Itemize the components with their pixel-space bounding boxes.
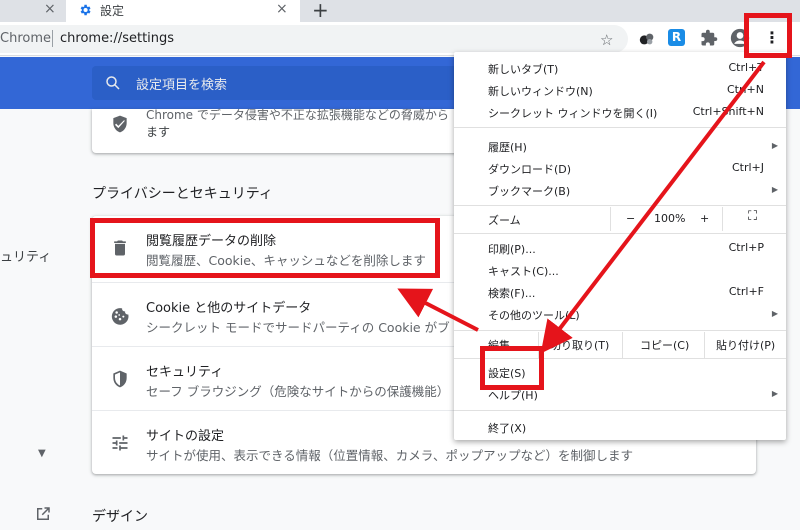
menu-shortcut: Ctrl+N <box>726 83 764 96</box>
row-subtitle: セーフ ブラウジング（危険なサイトからの保護機能） <box>146 384 450 399</box>
row-title: サイトの設定 <box>146 429 225 444</box>
menu-item-exit[interactable]: 終了(X) <box>488 420 526 436</box>
menu-divider <box>454 410 786 411</box>
menu-item-new-window[interactable]: 新しいウィンドウ(N) <box>488 83 593 99</box>
omnibox-url[interactable]: chrome://settings <box>60 31 174 46</box>
privacy-section-title: プライバシーとセキュリティ <box>92 186 273 202</box>
puzzle-icon[interactable] <box>700 29 718 47</box>
row-subtitle: シークレット モードでサードパーティの Cookie がブ <box>146 320 450 335</box>
submenu-arrow-icon: ▶ <box>771 141 778 150</box>
bookmark-star-icon[interactable]: ☆ <box>600 31 613 49</box>
tab-close-icon[interactable]: × <box>276 1 288 17</box>
menu-item-find[interactable]: 検索(F)... <box>488 285 535 301</box>
menu-divider <box>454 233 786 234</box>
menu-divider <box>454 205 786 206</box>
zoom-out-button[interactable]: − <box>626 212 635 225</box>
menu-divider <box>454 330 786 331</box>
safety-card-text-1: Chrome でデータ侵害や不正な拡張機能などの脅威から <box>146 108 449 122</box>
zoom-in-button[interactable]: + <box>700 212 709 225</box>
menu-shortcut: Ctrl+F <box>728 285 764 298</box>
fullscreen-icon[interactable]: ⛶ <box>748 209 757 224</box>
omnibox[interactable]: Chrome chrome://settings ☆ <box>0 25 628 53</box>
design-section-title: デザイン <box>92 509 148 525</box>
sidebar-item-security[interactable]: ュリティ <box>0 246 51 265</box>
menu-shortcut: Ctrl+Shift+N <box>692 105 764 118</box>
menu-item-downloads[interactable]: ダウンロード(D) <box>488 161 571 177</box>
extension-r-icon[interactable]: R <box>668 29 685 46</box>
highlight-menu-button <box>744 13 792 58</box>
row-title: セキュリティ <box>146 365 224 380</box>
paste-button[interactable]: 貼り付け(P) <box>716 337 775 353</box>
menu-shortcut: Ctrl+P <box>728 241 764 254</box>
menu-shortcut: Ctrl+J <box>731 161 764 174</box>
tab-close-icon[interactable]: × <box>44 1 56 17</box>
tune-icon <box>112 435 128 451</box>
menu-item-cast[interactable]: キャスト(C)... <box>488 263 559 279</box>
zoom-level: 100% <box>654 212 686 225</box>
search-placeholder: 設定項目を検索 <box>136 78 228 93</box>
security-shield-icon <box>113 370 127 388</box>
row-title: Cookie と他のサイトデータ <box>146 301 312 316</box>
menu-item-new-tab[interactable]: 新しいタブ(T) <box>488 61 558 77</box>
tab-strip: × 設定 × + <box>0 0 800 22</box>
chevron-down-icon[interactable]: ▼ <box>38 448 46 459</box>
menu-item-zoom: ズーム <box>488 214 521 227</box>
submenu-arrow-icon: ▶ <box>771 389 778 398</box>
menu-item-incognito[interactable]: シークレット ウィンドウを開く(I) <box>488 105 657 121</box>
highlight-clear-data <box>90 218 440 278</box>
cookie-icon <box>111 308 129 325</box>
menu-item-print[interactable]: 印刷(P)... <box>488 241 536 257</box>
tab-settings[interactable]: 設定 × <box>66 0 300 22</box>
new-tab-button[interactable]: + <box>312 0 329 22</box>
tab-previous[interactable]: × <box>0 0 64 22</box>
menu-divider <box>454 127 786 128</box>
menu-item-more-tools[interactable]: その他のツール(L) <box>488 307 580 323</box>
copy-button[interactable]: コピー(C) <box>640 337 689 353</box>
cut-button[interactable]: 切り取り(T) <box>550 337 609 353</box>
gear-icon <box>80 4 91 16</box>
submenu-arrow-icon: ▶ <box>771 185 778 194</box>
tab-title: 設定 <box>100 4 125 18</box>
menu-item-bookmarks[interactable]: ブックマーク(B) <box>488 183 570 199</box>
extension-icon[interactable] <box>638 30 656 48</box>
row-subtitle: サイトが使用、表示できる情報（位置情報、カメラ、ポップアップなど）を制御します <box>146 448 634 463</box>
omnibox-scheme-chip: Chrome <box>0 31 51 46</box>
safety-card-text-2: ます <box>146 125 171 139</box>
omnibox-divider <box>52 30 53 47</box>
menu-shortcut: Ctrl+T <box>728 61 764 74</box>
shield-icon <box>113 115 127 133</box>
menu-item-history[interactable]: 履歴(H) <box>488 139 527 155</box>
highlight-settings-item <box>480 346 544 390</box>
submenu-arrow-icon: ▶ <box>771 309 778 318</box>
search-icon <box>106 76 120 90</box>
external-link-icon[interactable] <box>34 505 52 523</box>
